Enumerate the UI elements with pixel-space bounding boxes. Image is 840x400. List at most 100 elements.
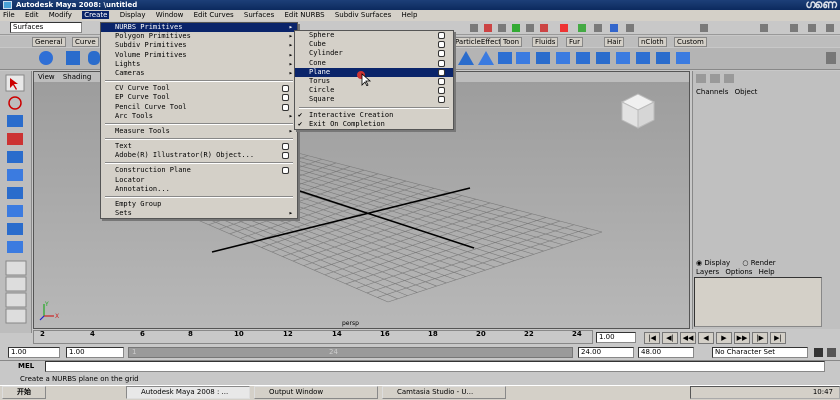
menu-file[interactable]: File [3,11,15,19]
create-menu-item-adobe-r-illustrator-r-object[interactable]: Adobe(R) Illustrator(R) Object... [101,151,297,160]
nurbs-menu-item-interactive-creation[interactable]: ✔ Interactive Creation [295,111,453,120]
task-output-window[interactable]: Output Window [254,386,378,399]
option-box-icon[interactable] [282,94,289,102]
create-menu-item-text[interactable]: Text [101,142,297,151]
nurbs-menu-item-cube[interactable]: Cube [295,40,453,49]
create-menu-item-arc-tools[interactable]: Arc Tools ▸ [101,112,297,121]
option-box-icon[interactable] [438,87,445,95]
nurbs-menu-item-cylinder[interactable]: Cylinder [295,49,453,58]
tab-general[interactable]: General [32,37,66,47]
create-menu-item-lights[interactable]: Lights ▸ [101,60,297,69]
play-forward-button[interactable]: ▶ [716,332,732,344]
range-end-field[interactable]: 48.00 [638,347,694,358]
create-menu-item-nurbs-primitives[interactable]: NURBS Primitives ▸ [101,23,297,33]
option-box-icon[interactable] [438,32,445,39]
option-box-icon[interactable] [438,59,445,67]
create-menu-item-empty-group[interactable]: Empty Group [101,200,297,209]
nurbs-menu-item-exit-on-completion[interactable]: ✔ Exit On Completion [295,120,453,129]
character-set-selector[interactable]: No Character Set [712,347,808,358]
time-slider[interactable] [33,330,593,344]
menu-edit-curves[interactable]: Edit Curves [194,11,234,19]
radio-render[interactable]: ○ Render [742,259,775,267]
menu-edit[interactable]: Edit [25,11,39,19]
create-menu-item-cameras[interactable]: Cameras ▸ [101,69,297,78]
menu-subdiv-surfaces[interactable]: Subdiv Surfaces [335,11,391,19]
range-start-field[interactable]: 1.00 [8,347,60,358]
option-box-icon[interactable] [282,152,289,160]
create-menu-dropdown: NURBS Primitives ▸ Polygon Primitives ▸ Subd… [100,22,298,220]
current-frame-field[interactable]: 1.00 [596,332,636,343]
tab-toon[interactable]: Toon [500,37,523,47]
go-to-end-button[interactable]: ▶| [770,332,786,344]
step-forward-button[interactable]: ▶▶ [734,332,750,344]
menu-window[interactable]: Window [156,11,184,19]
create-menu-item-annotation[interactable]: Annotation... [101,185,297,194]
menu-surfaces[interactable]: Surfaces [244,11,274,19]
task-camtasia[interactable]: Camtasia Studio - U... [382,386,506,399]
viewport-menu-view[interactable]: View [38,73,55,81]
range-playback-start-field[interactable]: 1.00 [66,347,124,358]
menu-help[interactable]: Help [401,11,417,19]
option-box-icon[interactable] [282,167,289,175]
nurbs-menu-item-square[interactable]: Square [295,95,453,104]
tab-custom[interactable]: Custom [674,37,707,47]
option-box-icon[interactable] [438,96,445,104]
create-menu-item-measure-tools[interactable]: Measure Tools ▸ [101,127,297,136]
option-box-icon[interactable] [282,143,289,151]
nurbs-menu-item-cone[interactable]: Cone [295,59,453,68]
play-back-button[interactable]: ◀ [698,332,714,344]
menu-create[interactable]: Create [82,11,110,19]
option-box-icon[interactable] [438,41,445,49]
create-menu-item-pencil-curve-tool[interactable]: Pencil Curve Tool [101,103,297,112]
create-menu-item-construction-plane[interactable]: Construction Plane [101,166,297,175]
nurbs-menu-item-sphere[interactable]: Sphere [295,31,453,40]
cylinder-icon [88,51,100,65]
option-box-icon[interactable] [438,77,445,85]
timeline-tick-22: 22 [524,330,534,338]
range-inner-end: 24 [329,348,338,356]
tab-hair[interactable]: Hair [604,37,625,47]
viewport-menu-shading[interactable]: Shading [63,73,91,81]
create-menu-item-locator[interactable]: Locator [101,176,297,185]
menu-modify[interactable]: Modify [49,11,72,19]
nurbs-menu-item-circle[interactable]: Circle [295,86,453,95]
create-menu-item-sets[interactable]: Sets ▸ [101,209,297,218]
mel-input[interactable] [45,361,825,372]
menu-edit-nurbs[interactable]: Edit NURBS [284,11,324,19]
go-to-start-button[interactable]: |◀ [644,332,660,344]
window-title-bar[interactable]: Autodesk Maya 2008: \untitled ഗണെ [0,0,840,10]
option-box-icon[interactable] [282,85,289,93]
surface-icon-5 [536,52,550,64]
create-menu-item-cv-curve-tool[interactable]: CV Curve Tool [101,84,297,93]
radio-display[interactable]: ◉ Display [696,259,730,267]
tab-fluids[interactable]: Fluids [532,37,559,47]
menu-display[interactable]: Display [120,11,146,19]
task-maya[interactable]: Autodesk Maya 2008 : ... [126,386,250,399]
range-playback-end-field[interactable]: 24.00 [578,347,634,358]
layer-menu-help[interactable]: Help [759,268,775,276]
option-box-icon[interactable] [282,103,289,111]
start-button[interactable]: 开始 [2,386,46,399]
tab-ncloth[interactable]: nCloth [638,37,667,47]
layer-list[interactable] [694,277,822,327]
option-box-icon[interactable] [438,68,445,76]
option-box-icon[interactable] [438,50,445,58]
tab-curve[interactable]: Curve [72,37,99,47]
nurbs-menu-item-torus[interactable]: Torus [295,77,453,86]
layer-menu-options[interactable]: Options [725,268,752,276]
layer-menu-layers[interactable]: Layers [696,268,719,276]
channel-box-tab-channels[interactable]: Channels [696,88,728,96]
create-menu-item-volume-primitives[interactable]: Volume Primitives ▸ [101,51,297,60]
tab-fur[interactable]: Fur [566,37,583,47]
nurbs-menu-item-plane[interactable]: Plane [295,67,453,77]
channel-box-tab-object[interactable]: Object [735,88,758,96]
tool-settings-icon [724,74,734,83]
step-back-key-button[interactable]: ◀| [662,332,678,344]
create-menu-item-subdiv-primitives[interactable]: Subdiv Primitives ▸ [101,41,297,50]
create-menu-item-ep-curve-tool[interactable]: EP Curve Tool [101,93,297,102]
step-back-button[interactable]: ◀◀ [680,332,696,344]
create-menu-item-polygon-primitives[interactable]: Polygon Primitives ▸ [101,32,297,41]
submenu-arrow-icon: ▸ [288,126,293,135]
step-forward-key-button[interactable]: |▶ [752,332,768,344]
range-slider[interactable]: 1 24 [128,347,573,358]
